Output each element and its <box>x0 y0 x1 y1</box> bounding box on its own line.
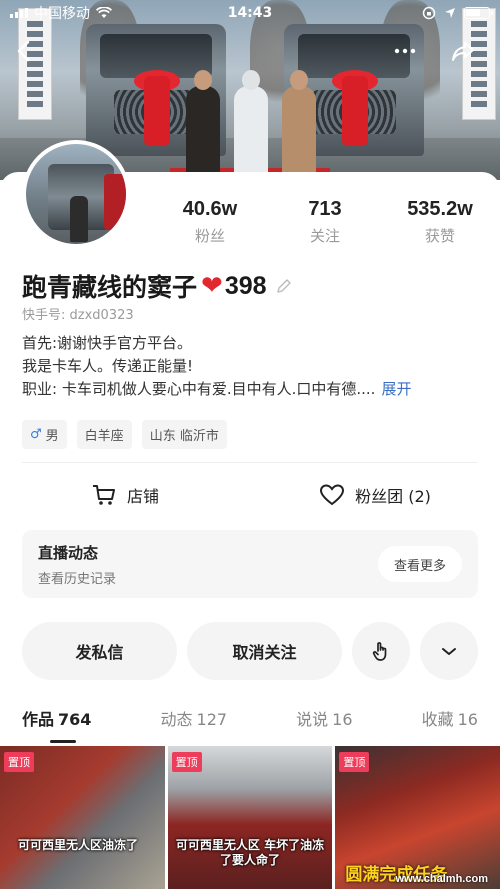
poke-button[interactable] <box>352 622 410 680</box>
person-woman <box>282 70 316 180</box>
more-button[interactable] <box>390 36 420 66</box>
edit-pencil-icon[interactable] <box>275 277 293 295</box>
tag-label: 男 <box>45 429 59 444</box>
heart-count: 398 <box>224 271 267 300</box>
profile-stats: 40.6w 粉丝 713 关注 535.2w 获赞 <box>160 198 490 246</box>
stat-label: 获赞 <box>424 227 455 245</box>
profile-name: 跑青藏线的窦子 ❤ 398 <box>22 268 293 304</box>
stat-following[interactable]: 713 关注 <box>275 198 375 246</box>
bio-line: 职业: 卡车司机做人要心中有爱.目中有人.口中有德.... <box>22 380 376 398</box>
fan-club-label: 粉丝团 (2) <box>355 487 431 506</box>
tab-count: 764 <box>58 710 92 729</box>
live-subtitle: 查看历史记录 <box>38 572 117 587</box>
bio-line: 我是卡车人。传递正能量! <box>22 357 194 375</box>
person-astronaut <box>234 70 268 180</box>
chevron-down-icon <box>442 648 456 655</box>
back-button[interactable] <box>10 36 40 66</box>
video-grid: 置顶 可可西里无人区油冻了 置顶 可可西里无人区 车坏了油冻了要人命了 置顶 圆… <box>0 746 500 889</box>
content-tabs: 作品 764 动态 127 说说 16 收藏 16 <box>0 706 500 742</box>
video-thumbnail[interactable]: 置顶 可可西里无人区 车坏了油冻了要人命了 <box>167 746 333 889</box>
tab-posts[interactable]: 说说 16 <box>296 706 352 742</box>
view-more-button[interactable]: 查看更多 <box>377 546 462 582</box>
tab-count: 127 <box>196 710 228 729</box>
avatar[interactable] <box>22 140 130 248</box>
chevron-left-icon <box>17 40 30 62</box>
video-thumbnail[interactable]: 置顶 可可西里无人区油冻了 <box>0 746 165 889</box>
tab-label: 作品 <box>22 710 55 729</box>
live-title: 直播动态 <box>38 544 99 562</box>
stat-fans[interactable]: 40.6w 粉丝 <box>160 198 260 246</box>
battery-icon <box>464 7 493 19</box>
clock: 14:43 <box>227 5 273 21</box>
fan-club-button[interactable]: 粉丝团 (2) <box>250 472 500 518</box>
more-dots-icon <box>394 48 416 54</box>
expand-bio-link[interactable]: 展开 <box>381 380 411 398</box>
share-button[interactable] <box>448 36 478 66</box>
cart-icon <box>92 485 115 505</box>
heart-icon: ❤ <box>201 271 223 301</box>
tab-moments[interactable]: 动态 127 <box>161 706 228 742</box>
action-buttons: 发私信 取消关注 <box>22 622 478 680</box>
unfollow-button[interactable]: 取消关注 <box>187 622 342 680</box>
video-thumbnail[interactable]: 置顶 圆满完成任务 <box>335 746 500 889</box>
shop-row: 店铺 粉丝团 (2) <box>0 472 500 518</box>
expand-actions-button[interactable] <box>420 622 478 680</box>
tab-label: 动态 <box>160 710 193 729</box>
shop-label: 店铺 <box>126 487 159 506</box>
hand-tap-icon <box>372 642 387 661</box>
tag-label: 山东 临沂市 <box>149 429 219 444</box>
user-id: 快手号: dzxd0323 <box>22 308 134 323</box>
pinned-badge: 置顶 <box>339 752 370 772</box>
user-name: 跑青藏线的窦子 <box>22 273 198 302</box>
stat-likes[interactable]: 535.2w 获赞 <box>390 198 490 246</box>
pinned-badge: 置顶 <box>4 752 34 772</box>
stat-label: 粉丝 <box>194 227 225 245</box>
tag-label: 白羊座 <box>84 429 124 444</box>
live-activity-panel[interactable]: 直播动态 查看历史记录 查看更多 <box>22 530 478 598</box>
tab-favorites[interactable]: 收藏 16 <box>422 706 478 742</box>
tab-works[interactable]: 作品 764 <box>22 706 91 742</box>
watermark: www.chalmh.com <box>395 873 488 885</box>
tab-count: 16 <box>332 710 353 729</box>
heart-outline-icon <box>320 484 345 506</box>
share-icon <box>452 42 474 61</box>
tab-label: 说说 <box>296 710 329 729</box>
stat-value: 713 <box>308 198 342 220</box>
divider <box>22 462 478 463</box>
male-icon: ♂ <box>30 427 42 442</box>
status-bar: 中国移动 14:43 <box>0 0 500 26</box>
tag-zodiac: 白羊座 <box>76 420 132 449</box>
bio-line: 首先:谢谢快手官方平台。 <box>22 334 193 352</box>
video-caption: 可可西里无人区 车坏了油冻了要人命了 <box>175 838 325 867</box>
stat-label: 关注 <box>309 227 340 245</box>
profile-bio: 首先:谢谢快手官方平台。 我是卡车人。传递正能量! 职业: 卡车司机做人要心中有… <box>22 332 482 401</box>
stat-value: 40.6w <box>182 198 238 220</box>
tab-count: 16 <box>457 710 478 729</box>
tag-gender: ♂ 男 <box>22 420 67 449</box>
person-man <box>186 70 220 180</box>
shop-button[interactable]: 店铺 <box>0 472 250 518</box>
active-tab-indicator <box>50 740 76 743</box>
tab-label: 收藏 <box>421 710 454 729</box>
profile-tags: ♂ 男 白羊座 山东 临沂市 <box>22 420 227 449</box>
tag-location: 山东 临沂市 <box>141 420 227 449</box>
stat-value: 535.2w <box>407 198 473 220</box>
video-caption: 可可西里无人区油冻了 <box>18 838 139 852</box>
send-message-button[interactable]: 发私信 <box>22 622 177 680</box>
pinned-badge: 置顶 <box>171 752 202 772</box>
